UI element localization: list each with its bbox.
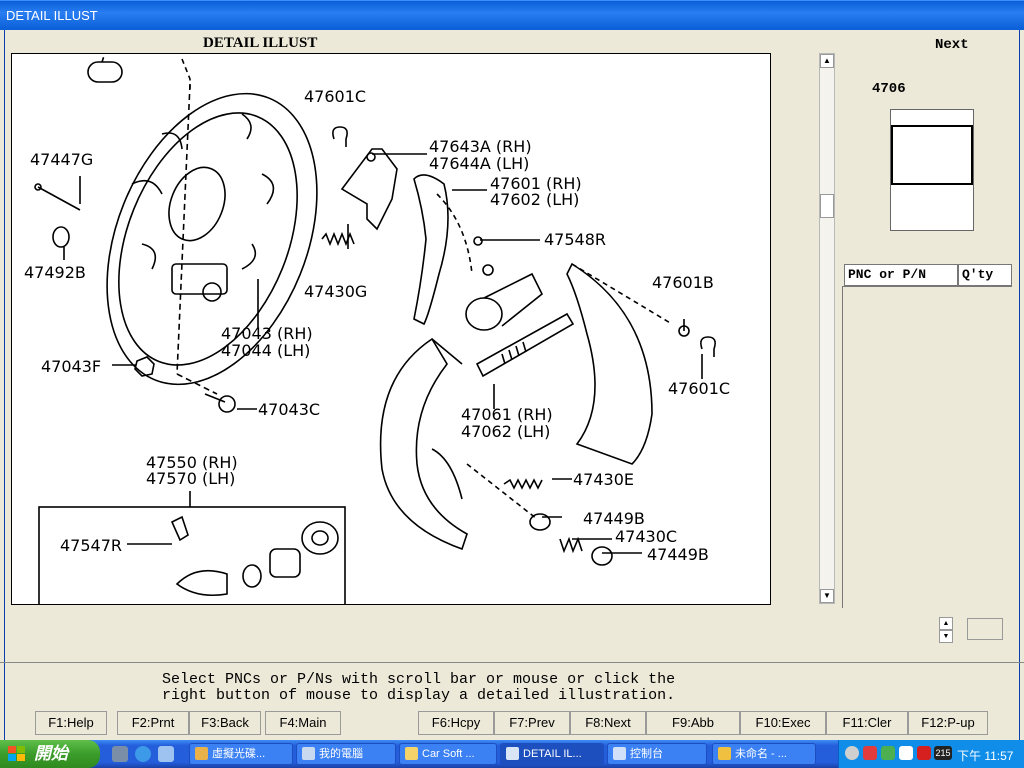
label-47044[interactable]: 47044 (LH) <box>221 341 310 360</box>
tray-network-icon[interactable] <box>881 746 895 760</box>
pnc-column-header: PNC or P/N <box>844 264 958 286</box>
clock[interactable]: 下午 11:57 <box>957 747 1013 764</box>
illustration-heading: DETAIL ILLUST <box>203 35 318 51</box>
scroll-down-arrow-icon[interactable]: ▼ <box>820 589 834 603</box>
backing-plate-shape <box>106 92 318 386</box>
tray-counter-icon[interactable]: 215 <box>934 746 952 760</box>
task-label: 虛擬光碟... <box>212 748 266 760</box>
label-47547R[interactable]: 47547R <box>60 536 122 555</box>
start-label: 開始 <box>34 744 68 763</box>
illustration-scrollbar[interactable]: ▲ ▼ <box>819 53 835 604</box>
task-label: 我的電腦 <box>319 748 363 760</box>
f12-popup-button[interactable]: F12:P-up <box>908 711 988 735</box>
label-47430G[interactable]: 47430G <box>304 282 367 301</box>
quantity-field[interactable] <box>967 618 1003 640</box>
exploded-diagram: 47601C 47447G 47643A (RH) 47644A (LH) 47… <box>24 55 730 604</box>
f7-prev-button[interactable]: F7:Prev <box>494 711 570 735</box>
tray-input-icon[interactable] <box>899 746 913 760</box>
f6-hardcopy-button[interactable]: F6:Hcpy <box>418 711 494 735</box>
f3-back-button[interactable]: F3:Back <box>189 711 261 735</box>
virtual-cd-icon <box>195 747 208 760</box>
tray-flash-icon[interactable] <box>917 746 931 760</box>
task-virtual-cd[interactable]: 虛擬光碟... <box>189 743 293 765</box>
label-47447G[interactable]: 47447G <box>30 150 93 169</box>
paint-icon <box>718 747 731 760</box>
f1-help-button[interactable]: F1:Help <box>35 711 107 735</box>
f8-next-button[interactable]: F8:Next <box>570 711 646 735</box>
tray-sound-icon[interactable] <box>845 746 859 760</box>
label-47430E[interactable]: 47430E <box>573 470 634 489</box>
label-47043F[interactable]: 47043F <box>41 357 101 376</box>
f4-main-button[interactable]: F4:Main <box>265 711 341 735</box>
spin-down-icon[interactable]: ▼ <box>939 630 953 643</box>
spin-up-icon[interactable]: ▲ <box>939 617 953 630</box>
instruction-line-2: right button of mouse to display a detai… <box>162 687 676 704</box>
taskbar: 開始 虛擬光碟... 我的電腦 Car Soft ... DETAIL IL..… <box>0 740 1024 768</box>
task-detail-illust[interactable]: DETAIL IL... <box>500 743 604 765</box>
task-label: DETAIL IL... <box>523 748 582 760</box>
label-47601C-top[interactable]: 47601C <box>304 87 366 106</box>
window-titlebar[interactable]: DETAIL ILLUST <box>0 0 1024 30</box>
pnc-list[interactable] <box>842 286 1012 608</box>
task-label: Car Soft ... <box>422 748 475 760</box>
parts-illustration[interactable]: 47601C 47447G 47643A (RH) 47644A (LH) 47… <box>11 53 771 605</box>
pnc-table: PNC or P/N Q'ty <box>842 264 1012 608</box>
thumbnail-viewport[interactable] <box>891 125 973 185</box>
task-car-soft[interactable]: Car Soft ... <box>399 743 497 765</box>
instruction-message: Select PNCs or P/Ns with scroll bar or m… <box>162 672 675 704</box>
task-my-computer[interactable]: 我的電腦 <box>296 743 396 765</box>
my-computer-icon <box>302 747 315 760</box>
label-47602[interactable]: 47602 (LH) <box>490 190 579 209</box>
internet-explorer-icon[interactable] <box>135 746 151 762</box>
tray-antivirus-icon[interactable] <box>863 746 877 760</box>
label-47601C-bottom[interactable]: 47601C <box>668 379 730 398</box>
instruction-line-1: Select PNCs or P/Ns with scroll bar or m… <box>162 671 676 688</box>
next-label[interactable]: Next <box>935 37 969 53</box>
divider <box>0 662 1024 663</box>
start-button[interactable]: 開始 <box>0 740 100 768</box>
label-47430C[interactable]: 47430C <box>615 527 677 546</box>
task-control-panel[interactable]: 控制台 <box>607 743 707 765</box>
label-47062[interactable]: 47062 (LH) <box>461 422 550 441</box>
scroll-thumb[interactable] <box>820 194 834 218</box>
label-47601B[interactable]: 47601B <box>652 273 714 292</box>
window-title: DETAIL ILLUST <box>6 8 98 23</box>
label-47043C[interactable]: 47043C <box>258 400 320 419</box>
label-47449B-b[interactable]: 47449B <box>647 545 709 564</box>
f2-print-button[interactable]: F2:Prnt <box>117 711 189 735</box>
windows-logo-icon <box>8 746 25 761</box>
label-47570[interactable]: 47570 (LH) <box>146 469 235 488</box>
label-47548R[interactable]: 47548R <box>544 230 606 249</box>
task-label: 控制台 <box>630 748 663 760</box>
folder-icon <box>405 747 418 760</box>
label-47449B-a[interactable]: 47449B <box>583 509 645 528</box>
label-47492B[interactable]: 47492B <box>24 263 86 282</box>
scroll-up-arrow-icon[interactable]: ▲ <box>820 54 834 68</box>
qty-column-header: Q'ty <box>958 264 1012 286</box>
illustration-thumbnail[interactable] <box>890 109 974 231</box>
f9-abb-button[interactable]: F9:Abb <box>646 711 740 735</box>
quantity-spinner[interactable]: ▲ ▼ <box>939 617 955 645</box>
quicklaunch-app-icon[interactable] <box>112 746 128 762</box>
backing-plate-hub <box>168 166 226 242</box>
system-tray: 215 下午 11:57 <box>838 740 1024 768</box>
task-paint[interactable]: 未命名 - ... <box>712 743 816 765</box>
quicklaunch-media-icon[interactable] <box>158 746 174 762</box>
f10-exec-button[interactable]: F10:Exec <box>740 711 826 735</box>
task-label: 未命名 - ... <box>735 748 787 760</box>
f11-clear-button[interactable]: F11:Cler <box>826 711 908 735</box>
label-47644A[interactable]: 47644A (LH) <box>429 154 529 173</box>
group-code: 4706 <box>872 81 906 97</box>
app-window-icon <box>506 747 519 760</box>
control-panel-icon <box>613 747 626 760</box>
